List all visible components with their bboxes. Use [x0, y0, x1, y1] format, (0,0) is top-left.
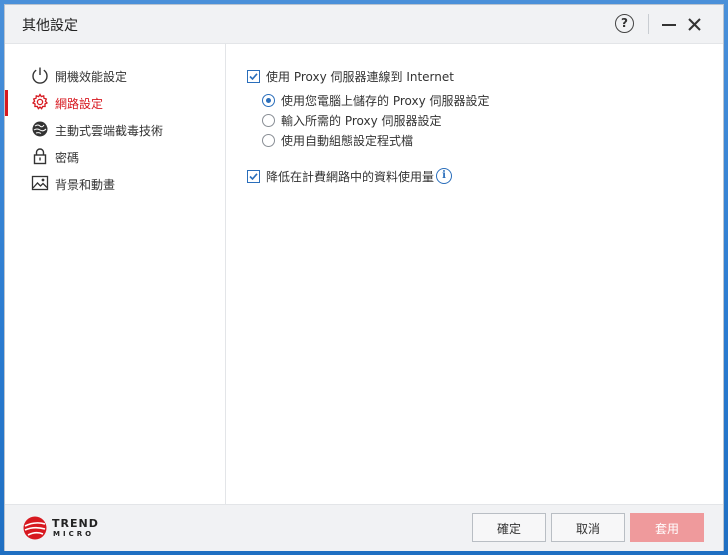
active-indicator — [5, 90, 8, 116]
globe-icon — [31, 120, 49, 138]
picture-icon — [31, 174, 49, 192]
sidebar-item-label: 背景和動畫 — [55, 178, 116, 192]
sidebar-item-label: 主動式雲端截毒技術 — [55, 124, 164, 138]
footer-bar: TREND MICRO 確定 取消 套用 — [5, 504, 723, 551]
brand-word-2: MICRO — [53, 530, 95, 538]
titlebar-divider — [648, 14, 649, 34]
close-button[interactable] — [685, 14, 705, 34]
gear-icon — [31, 93, 49, 111]
network-settings-panel: 使用 Proxy 伺服器連線到 Internet 使用您電腦上儲存的 Proxy… — [226, 44, 723, 504]
info-icon[interactable]: i — [436, 168, 452, 184]
proxy-option-label-auto-config: 使用自動組態設定程式檔 — [281, 134, 414, 148]
cancel-button[interactable]: 取消 — [551, 513, 625, 542]
sidebar-item-background-animation[interactable]: 背景和動畫 — [5, 171, 225, 197]
use-proxy-label: 使用 Proxy 伺服器連線到 Internet — [266, 70, 454, 84]
minimize-button[interactable] — [660, 14, 678, 34]
proxy-option-radio-manual[interactable] — [262, 114, 275, 127]
reduce-data-usage-checkbox[interactable] — [247, 170, 260, 183]
trend-micro-ball-icon — [23, 516, 47, 540]
help-button[interactable]: ? — [615, 14, 634, 33]
close-icon — [688, 18, 701, 31]
use-proxy-checkbox[interactable] — [247, 70, 260, 83]
brand-word-1: TREND — [52, 517, 99, 530]
sidebar-item-startup-performance[interactable]: 開機效能設定 — [5, 63, 225, 89]
sidebar: 開機效能設定 網路設定 主動式雲端截毒技術 密碼 背景和動畫 — [5, 44, 226, 504]
proxy-option-radio-saved[interactable] — [262, 94, 275, 107]
proxy-option-radio-auto-config[interactable] — [262, 134, 275, 147]
reduce-data-usage-label: 降低在計費網路中的資料使用量 — [266, 170, 435, 184]
check-icon — [249, 73, 258, 81]
sidebar-item-label: 開機效能設定 — [55, 70, 128, 84]
check-icon — [249, 173, 258, 181]
title-bar: 其他設定 ? — [5, 5, 723, 44]
sidebar-item-label: 網路設定 — [55, 97, 104, 111]
window-title: 其他設定 — [22, 18, 78, 34]
apply-button[interactable]: 套用 — [630, 513, 704, 542]
sidebar-item-password[interactable]: 密碼 — [5, 144, 225, 170]
power-icon — [31, 66, 49, 84]
proxy-option-label-saved: 使用您電腦上儲存的 Proxy 伺服器設定 — [281, 94, 490, 108]
proxy-option-label-manual: 輸入所需的 Proxy 伺服器設定 — [281, 114, 442, 128]
sidebar-item-network[interactable]: 網路設定 — [5, 90, 225, 116]
sidebar-item-label: 密碼 — [55, 151, 80, 165]
lock-icon — [31, 147, 49, 165]
sidebar-item-cloud-protection[interactable]: 主動式雲端截毒技術 — [5, 117, 225, 143]
ok-button[interactable]: 確定 — [472, 513, 546, 542]
settings-window: 其他設定 ? 開機效能設定 網路設定 主動式雲端截毒技術 密碼 背景和動畫 使用… — [5, 5, 723, 551]
trend-micro-logo: TREND MICRO — [22, 515, 102, 541]
